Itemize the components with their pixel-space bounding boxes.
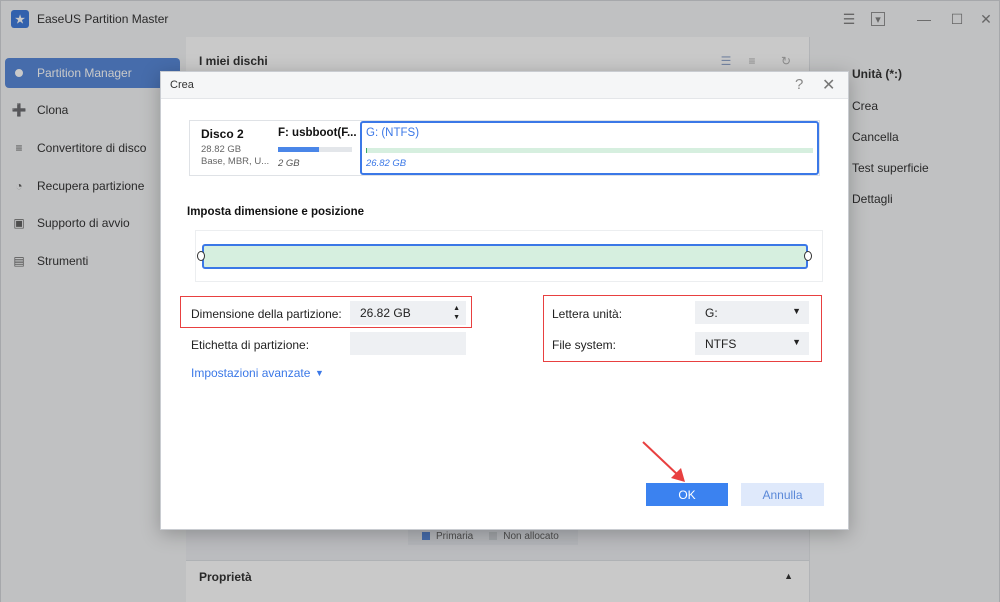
dropdown-caret-icon: ▼	[792, 337, 801, 347]
partition-g-usage-bar	[366, 148, 813, 153]
drive-letter-value: G:	[705, 305, 718, 320]
help-icon[interactable]: ?	[795, 76, 803, 93]
partition-g-usage-fill	[366, 148, 367, 153]
partition-label-input[interactable]	[350, 332, 466, 355]
advanced-settings-link[interactable]: Impostazioni avanzate	[191, 366, 310, 380]
dialog-close-icon[interactable]: ✕	[822, 75, 835, 95]
partition-f-usage-fill	[278, 147, 319, 152]
partition-slider-area	[195, 230, 823, 282]
disk-info: Disco 2 28.82 GB Base, MBR, U...	[190, 121, 270, 175]
create-dialog: Crea ? ✕ Disco 2 28.82 GB Base, MBR, U..…	[160, 71, 849, 530]
size-stepper[interactable]: 26.82 GB ▲ ▼	[350, 301, 466, 325]
ok-button[interactable]: OK	[646, 483, 728, 506]
disk-name: Disco 2	[201, 127, 244, 141]
size-label: Dimensione della partizione:	[191, 307, 342, 321]
dialog-title-bar: Crea ? ✕	[161, 72, 848, 99]
size-position-title: Imposta dimensione e posizione	[187, 206, 365, 218]
cancel-button[interactable]: Annulla	[741, 483, 824, 506]
partition-f-size: 2 GB	[278, 158, 300, 169]
size-value: 26.82 GB	[360, 306, 411, 320]
stepper-arrows-icon[interactable]: ▲ ▼	[453, 304, 460, 322]
drive-letter-select[interactable]: G: ▼	[695, 301, 809, 324]
chevron-down-icon[interactable]: ▼	[315, 368, 324, 378]
filesystem-value: NTFS	[705, 336, 737, 351]
label-label: Etichetta di partizione:	[191, 338, 310, 352]
partition-g-size: 26.82 GB	[366, 158, 407, 169]
drive-letter-label: Lettera unità:	[552, 307, 623, 321]
partition-g-name: G: (NTFS)	[366, 127, 420, 139]
partition-f-usage-bar	[278, 147, 352, 152]
disk-type: Base, MBR, U...	[201, 156, 270, 167]
disk-map: Disco 2 28.82 GB Base, MBR, U... F: usbb…	[189, 120, 820, 176]
filesystem-label: File system:	[552, 338, 617, 352]
slider-right-handle[interactable]	[804, 251, 812, 261]
dropdown-caret-icon: ▼	[792, 306, 801, 316]
filesystem-select[interactable]: NTFS ▼	[695, 332, 809, 355]
partition-slider[interactable]	[202, 244, 808, 269]
slider-left-handle[interactable]	[197, 251, 205, 261]
partition-f[interactable]: F: usbboot(F... 2 GB	[272, 121, 360, 175]
partition-g[interactable]: G: (NTFS) 26.82 GB	[360, 121, 819, 175]
disk-size: 28.82 GB	[201, 144, 242, 155]
dialog-title: Crea	[170, 79, 194, 91]
partition-f-name: F: usbboot(F...	[278, 127, 357, 139]
